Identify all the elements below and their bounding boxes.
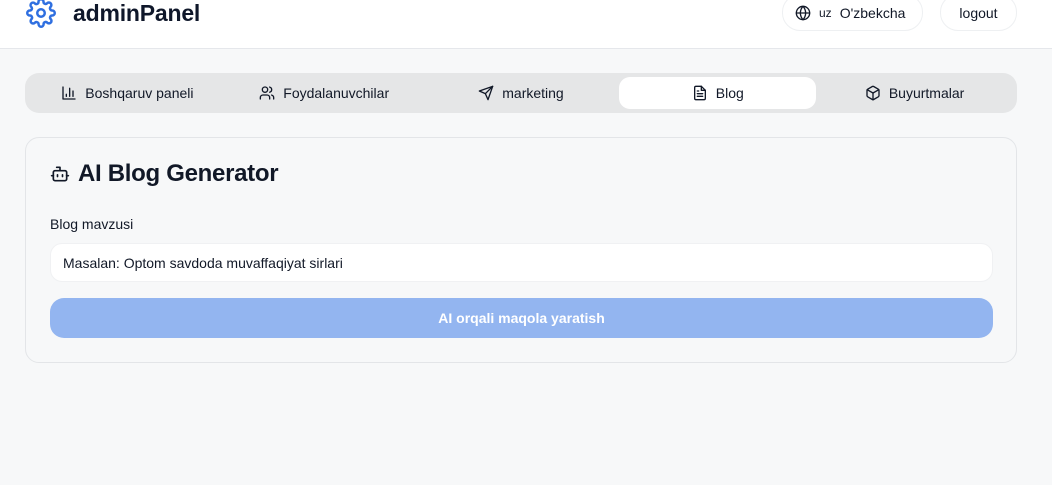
tab-marketing[interactable]: marketing: [423, 77, 620, 109]
globe-icon: [795, 5, 811, 20]
language-code: uz: [819, 5, 832, 20]
tab-label: Boshqaruv paneli: [85, 85, 194, 101]
users-icon: [259, 86, 275, 100]
language-selector[interactable]: uz O'zbekcha: [782, 0, 923, 31]
generate-article-button[interactable]: AI orqali maqola yaratish: [50, 298, 993, 338]
main-tabs: Boshqaruv paneli Foydalanuvchilar market…: [25, 73, 1017, 113]
top-header: adminPanel uz O'zbekcha logout: [0, 0, 1052, 49]
blog-topic-label: Blog mavzusi: [50, 216, 134, 232]
card-header: AI Blog Generator: [50, 160, 279, 188]
send-icon: [478, 85, 494, 101]
package-icon: [866, 85, 880, 101]
tab-label: Blog: [715, 85, 744, 101]
blog-generator-card: AI Blog Generator Blog mavzusi AI orqali…: [25, 137, 1017, 363]
file-text-icon: [693, 85, 706, 101]
tab-label: marketing: [502, 85, 564, 101]
tab-orders[interactable]: Buyurtmalar: [816, 77, 1013, 109]
tab-label: Buyurtmalar: [888, 85, 965, 101]
brand-title: adminPanel: [73, 0, 201, 26]
blog-topic-input[interactable]: [50, 243, 993, 282]
language-name: O'zbekcha: [839, 4, 906, 21]
tab-blog[interactable]: Blog: [619, 77, 817, 109]
gear-icon: [26, 0, 56, 28]
tab-users[interactable]: Foydalanuvchilar: [226, 77, 423, 109]
logout-button[interactable]: logout: [940, 0, 1017, 31]
tab-dashboard[interactable]: Boshqaruv paneli: [29, 77, 226, 109]
bot-icon: [50, 166, 70, 182]
tab-label: Foydalanuvchilar: [283, 85, 390, 101]
bar-chart-icon: [62, 86, 76, 100]
card-title: AI Blog Generator: [78, 160, 279, 187]
